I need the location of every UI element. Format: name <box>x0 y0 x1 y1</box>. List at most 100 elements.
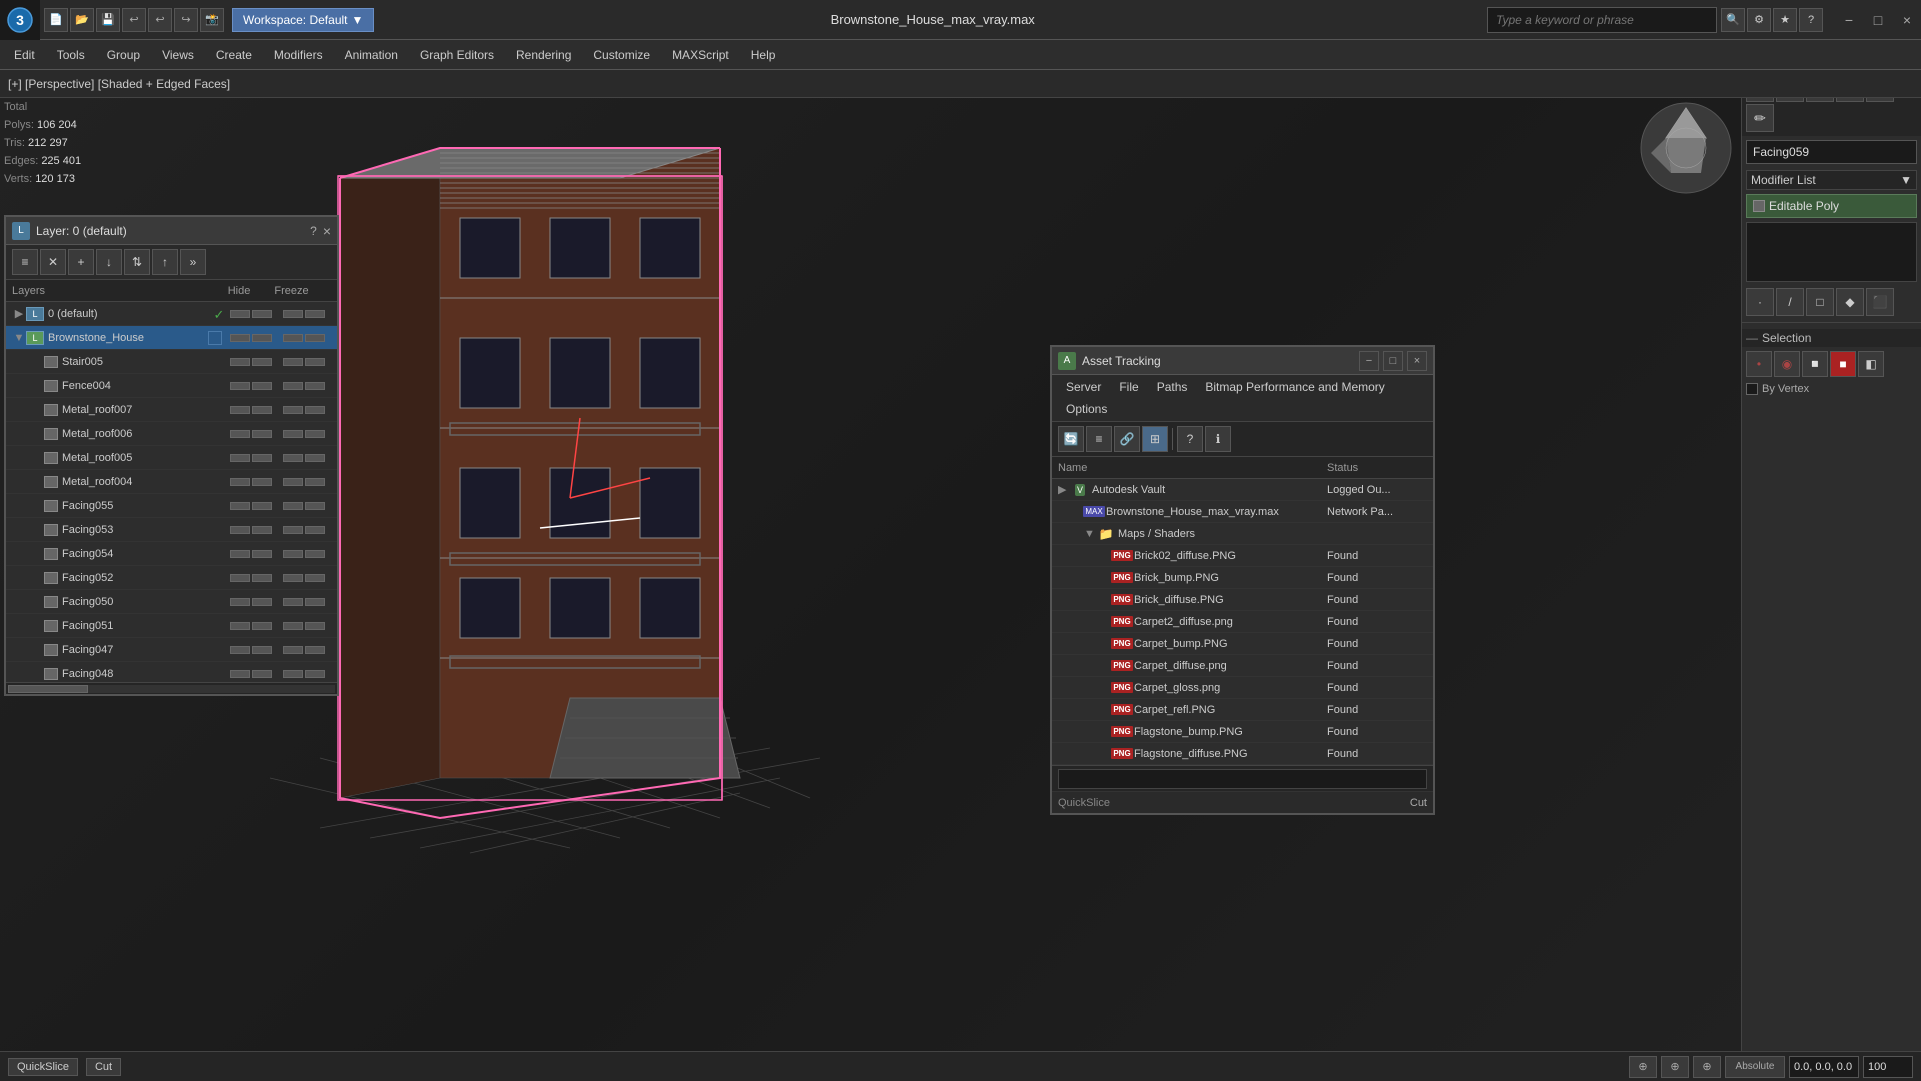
star-icon[interactable]: ★ <box>1773 8 1797 32</box>
sub-icon-vertex[interactable]: · <box>1746 288 1774 316</box>
layers-tb-down[interactable]: ↓ <box>96 249 122 275</box>
at-btn-info[interactable]: ℹ <box>1205 426 1231 452</box>
hb51b[interactable] <box>252 622 272 630</box>
undo2-btn[interactable]: ↩ <box>148 8 172 32</box>
hb47b[interactable] <box>252 646 272 654</box>
sel-btn-3[interactable]: ◽ <box>1802 351 1828 377</box>
at-btn-list[interactable]: ≡ <box>1086 426 1112 452</box>
hb50a[interactable] <box>230 598 250 606</box>
cut-button[interactable]: Cut <box>86 1058 121 1076</box>
snap-btn-3[interactable]: ⊕ <box>1693 1056 1721 1078</box>
hb53a[interactable] <box>230 526 250 534</box>
menu-help[interactable]: Help <box>741 44 786 66</box>
fbm4a[interactable] <box>283 478 303 486</box>
workspace-button[interactable]: Workspace: Default ▼ <box>232 8 374 32</box>
at-btn-help[interactable]: ? <box>1177 426 1203 452</box>
fb53b[interactable] <box>305 526 325 534</box>
new-btn[interactable]: 📄 <box>44 8 68 32</box>
layers-tb-merge[interactable]: » <box>180 249 206 275</box>
absolute-mode-btn[interactable]: Absolute <box>1725 1056 1785 1078</box>
layers-help-button[interactable]: ? <box>310 224 317 238</box>
layer-row-fence004[interactable]: Fence004 <box>6 374 337 398</box>
ff1[interactable] <box>283 334 303 342</box>
hb48a[interactable] <box>230 670 250 678</box>
fb47b[interactable] <box>305 646 325 654</box>
h1[interactable] <box>230 358 250 366</box>
fb48a[interactable] <box>283 670 303 678</box>
hb1a[interactable] <box>230 430 250 438</box>
layer-expand-brownstone[interactable]: ▼ <box>12 332 26 344</box>
asset-row-carpetrefl[interactable]: PNG Carpet_refl.PNG Found <box>1052 699 1433 721</box>
search-options-icon[interactable]: ⚙ <box>1747 8 1771 32</box>
layer-row-stair005[interactable]: Stair005 <box>6 350 337 374</box>
sub-icon-polygon[interactable]: ◆ <box>1836 288 1864 316</box>
sel-btn-1[interactable]: • <box>1746 351 1772 377</box>
fb2a[interactable] <box>305 430 325 438</box>
menu-rendering[interactable]: Rendering <box>506 44 581 66</box>
zoom-input[interactable] <box>1863 1056 1913 1078</box>
hb50b[interactable] <box>252 598 272 606</box>
asset-row-carpet2[interactable]: PNG Carpet2_diffuse.png Found <box>1052 611 1433 633</box>
layers-tb-updown[interactable]: ⇅ <box>124 249 150 275</box>
layer-row-f050[interactable]: Facing050 <box>6 590 337 614</box>
at-btn-link[interactable]: 🔗 <box>1114 426 1140 452</box>
hf2[interactable] <box>252 334 272 342</box>
asset-row-maps-folder[interactable]: ▼ 📁 Maps / Shaders <box>1052 523 1433 545</box>
asset-row-carpetdiff[interactable]: PNG Carpet_diffuse.png Found <box>1052 655 1433 677</box>
layers-tb-add[interactable]: + <box>68 249 94 275</box>
layers-tb-up[interactable]: ↑ <box>152 249 178 275</box>
asset-menu-options[interactable]: Options <box>1058 399 1115 419</box>
close-button[interactable]: × <box>1893 6 1921 34</box>
maximize-button[interactable]: □ <box>1864 6 1892 34</box>
asset-row-brick02[interactable]: PNG Brick02_diffuse.PNG Found <box>1052 545 1433 567</box>
snap-btn-1[interactable]: ⊕ <box>1629 1056 1657 1078</box>
fb48b[interactable] <box>305 670 325 678</box>
asset-menu-bitmap[interactable]: Bitmap Performance and Memory <box>1197 377 1392 397</box>
asset-row-flagbump[interactable]: PNG Flagstone_bump.PNG Found <box>1052 721 1433 743</box>
fb55b[interactable] <box>305 502 325 510</box>
hb2a[interactable] <box>252 430 272 438</box>
hb52b[interactable] <box>252 574 272 582</box>
fb54b[interactable] <box>305 550 325 558</box>
vault-expand[interactable]: ▶ <box>1058 483 1072 496</box>
sub-icon-edge[interactable]: / <box>1776 288 1804 316</box>
fb50b[interactable] <box>305 598 325 606</box>
asset-menu-paths[interactable]: Paths <box>1149 377 1196 397</box>
fb1[interactable] <box>283 406 303 414</box>
open-btn[interactable]: 📂 <box>70 8 94 32</box>
hb54a[interactable] <box>230 550 250 558</box>
modifier-dropdown-arrow[interactable]: ▼ <box>1900 173 1912 187</box>
asset-row-maxfile[interactable]: MAX Brownstone_House_max_vray.max Networ… <box>1052 501 1433 523</box>
layer-row-f054[interactable]: Facing054 <box>6 542 337 566</box>
by-vertex-checkbox[interactable] <box>1746 383 1758 395</box>
fb1a[interactable] <box>283 430 303 438</box>
asset-row-brickdiff[interactable]: PNG Brick_diffuse.PNG Found <box>1052 589 1433 611</box>
h1[interactable] <box>230 382 250 390</box>
layer-row-f053[interactable]: Facing053 <box>6 518 337 542</box>
snapshot-btn[interactable]: 📸 <box>200 8 224 32</box>
layers-horizontal-scrollbar[interactable] <box>6 682 337 694</box>
at-btn-refresh[interactable]: 🔄 <box>1058 426 1084 452</box>
layer-row-f048[interactable]: Facing048 <box>6 662 337 682</box>
minimize-button[interactable]: − <box>1835 6 1863 34</box>
fb52a[interactable] <box>283 574 303 582</box>
h2[interactable] <box>252 382 272 390</box>
fb54a[interactable] <box>283 550 303 558</box>
search-input[interactable] <box>1487 7 1717 33</box>
search-icon[interactable]: 🔍 <box>1721 8 1745 32</box>
layer-row-metal7[interactable]: Metal_roof007 <box>6 398 337 422</box>
maps-expand[interactable]: ▼ <box>1084 528 1098 540</box>
hbm5b[interactable] <box>252 454 272 462</box>
layer-row-metal4[interactable]: Metal_roof004 <box>6 470 337 494</box>
sel-btn-5[interactable]: ◧ <box>1858 351 1884 377</box>
layers-tb-list[interactable]: ≡ <box>12 249 38 275</box>
layer-row-metal6[interactable]: Metal_roof006 <box>6 422 337 446</box>
fbm5a[interactable] <box>283 454 303 462</box>
layer-row-f051[interactable]: Facing051 <box>6 614 337 638</box>
asset-row-carpetbump[interactable]: PNG Carpet_bump.PNG Found <box>1052 633 1433 655</box>
modifier-list-label[interactable]: Modifier List ▼ <box>1746 170 1917 190</box>
hb2[interactable] <box>252 406 272 414</box>
f1[interactable] <box>283 358 303 366</box>
menu-animation[interactable]: Animation <box>335 44 408 66</box>
fb47a[interactable] <box>283 646 303 654</box>
